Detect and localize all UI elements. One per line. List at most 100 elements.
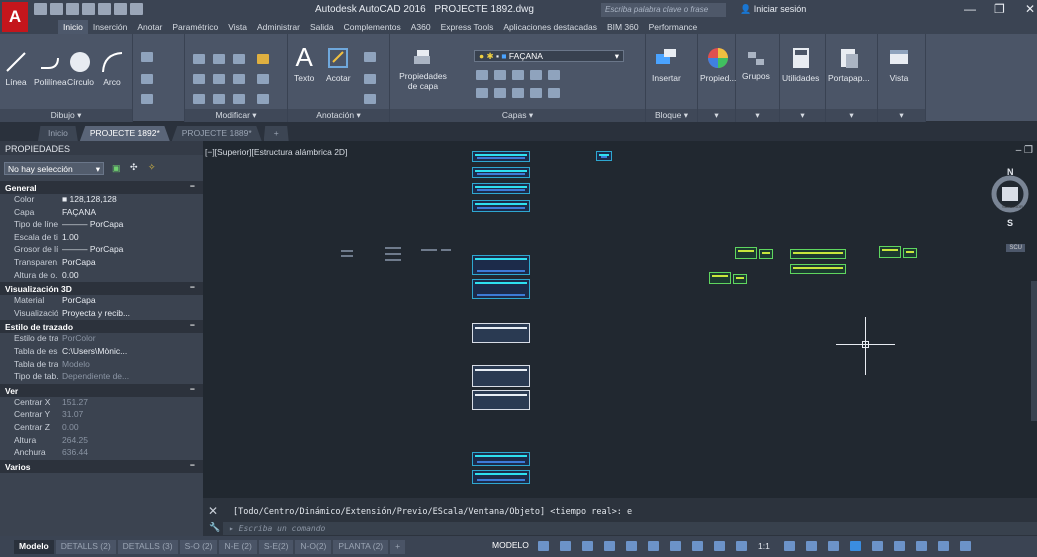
property-section-header[interactable]: Ver − [0, 383, 203, 397]
layout-tab[interactable]: Modelo [14, 539, 54, 554]
annotation-scale[interactable]: 1:1 [758, 541, 770, 551]
otrack-icon[interactable] [670, 541, 681, 551]
clipboard-button[interactable]: Portapap... [828, 46, 870, 83]
viewport-controls-label[interactable]: [−][Superior][Estructura alámbrica 2D] [205, 147, 347, 157]
layer-make-current-icon[interactable] [476, 88, 488, 98]
property-row[interactable]: Visualizació... Proyecta y recib... [0, 308, 203, 321]
grid-icon[interactable] [538, 541, 549, 551]
layout-tab[interactable]: PLANTA (2) [333, 539, 389, 554]
clean-screen-icon[interactable] [938, 541, 949, 551]
pencil-icon[interactable] [257, 54, 269, 64]
viewcube-face[interactable]: SUPERIOR [1002, 204, 1023, 209]
property-row[interactable]: Grosor de lí... ——— PorCapa [0, 244, 203, 257]
polar-icon[interactable] [604, 541, 615, 551]
modify-panel-title[interactable]: Modificar ▾ [185, 109, 287, 122]
open-icon[interactable] [50, 3, 63, 15]
multileader-icon[interactable] [364, 74, 376, 84]
maximize-icon[interactable]: ❐ [994, 2, 1005, 16]
property-row[interactable]: Escala de ti... 1.00 [0, 232, 203, 245]
ribbon-tab[interactable]: Performance [644, 20, 703, 34]
layer-off-icon[interactable] [476, 70, 488, 80]
view-panel-chevron[interactable]: ▾ [878, 109, 925, 122]
ribbon-tab[interactable]: Salida [305, 20, 339, 34]
collapse-icon[interactable]: − [190, 181, 195, 191]
quick-properties-icon[interactable] [850, 541, 861, 551]
save-icon[interactable] [66, 3, 79, 15]
viewcube-south[interactable]: S [1007, 218, 1013, 228]
draw-panel-title[interactable]: Dibujo ▾ [0, 109, 132, 122]
document-tab[interactable]: PROJECTE 1892* [79, 126, 170, 141]
hatch-icon[interactable] [141, 74, 153, 84]
property-row[interactable]: Tipo de línea ——— PorCapa [0, 219, 203, 232]
dimension-button[interactable]: Acotar [326, 46, 351, 83]
layer-isolate-icon[interactable] [494, 70, 506, 80]
text-button[interactable]: A Texto [294, 44, 314, 83]
layout-tab[interactable]: N-O(2) [295, 539, 332, 554]
layout-tab[interactable]: N-E (2) [219, 539, 257, 554]
property-row[interactable]: Capa FAÇANA [0, 207, 203, 220]
ribbon-tab[interactable]: Express Tools [436, 20, 499, 34]
ucs-menu[interactable]: SCU [1006, 244, 1025, 252]
redo-icon[interactable] [130, 3, 143, 15]
layout-tab[interactable]: + [390, 539, 406, 554]
save-as-icon[interactable] [82, 3, 95, 15]
object-snap-icon[interactable] [648, 541, 659, 551]
ribbon-tab[interactable]: Vista [223, 20, 252, 34]
collapse-icon[interactable]: − [190, 460, 195, 470]
explode-icon[interactable] [257, 74, 269, 84]
stretch-icon[interactable] [193, 94, 205, 104]
array-icon[interactable] [233, 94, 245, 104]
property-row[interactable]: Altura 264.25 [0, 435, 203, 448]
lineweight-icon[interactable] [692, 541, 703, 551]
arc-button[interactable]: Arco [100, 50, 124, 87]
document-tab[interactable]: + [263, 126, 289, 141]
layout-tab[interactable]: S-O (2) [179, 539, 218, 554]
property-row[interactable]: Tabla de tra... Modelo [0, 359, 203, 372]
copy-icon[interactable] [193, 74, 205, 84]
ribbon-tab[interactable]: A360 [406, 20, 436, 34]
property-row[interactable]: Estilo de tra... PorColor [0, 333, 203, 346]
layer-match-icon[interactable] [548, 70, 560, 80]
property-row[interactable]: Material PorCapa [0, 295, 203, 308]
ribbon-tab[interactable]: Paramétrico [167, 20, 223, 34]
layout-tab[interactable]: DETALLS (3) [117, 539, 178, 554]
close-icon[interactable]: ✕ [208, 504, 218, 518]
ribbon-tab[interactable]: Inicio [58, 20, 88, 34]
isodraft-icon[interactable] [626, 541, 637, 551]
polyline-button[interactable]: Polilínea [34, 50, 67, 87]
drawing-viewport[interactable]: [−][Superior][Estructura alámbrica 2D] N… [203, 141, 1037, 498]
clipboard-panel-chevron[interactable]: ▾ [826, 109, 877, 122]
collapse-icon[interactable]: − [190, 320, 195, 330]
isolate-objects-icon[interactable] [894, 541, 905, 551]
new-icon[interactable] [34, 3, 47, 15]
trim-icon[interactable] [233, 54, 245, 64]
layer-thaw-icon[interactable] [512, 88, 524, 98]
ribbon-tab[interactable]: Administrar [252, 20, 305, 34]
scale-icon[interactable] [213, 94, 225, 104]
select-objects-icon[interactable]: ✣ [130, 162, 138, 173]
layers-panel-title[interactable]: Capas ▾ [390, 109, 645, 122]
property-row[interactable]: Tabla de es... C:\Users\Mònic... [0, 346, 203, 359]
rectangle-icon[interactable] [141, 52, 153, 62]
gradient-icon[interactable] [141, 94, 153, 104]
property-row[interactable]: Centrar Z 0.00 [0, 422, 203, 435]
layer-unisolate-icon[interactable] [494, 88, 506, 98]
document-tab[interactable]: PROJECTE 1889* [171, 126, 262, 141]
property-section-header[interactable]: General − [0, 181, 203, 194]
property-section-header[interactable]: Visualización 3D − [0, 282, 203, 296]
annotation-monitor-icon[interactable] [806, 541, 817, 551]
undo-icon[interactable] [114, 3, 127, 15]
leader-icon[interactable] [364, 52, 376, 62]
layer-dropdown[interactable]: ● ✱ ▪ ■ FAÇANA ▾ [474, 50, 624, 62]
ribbon-tab[interactable]: BIM 360 [602, 20, 644, 34]
selection-dropdown[interactable]: No hay selección ▾ [4, 162, 104, 175]
snap-icon[interactable] [560, 541, 571, 551]
property-row[interactable]: Altura de o... 0.00 [0, 270, 203, 283]
collapse-icon[interactable]: − [190, 384, 195, 394]
annotation-visibility-icon[interactable] [714, 541, 725, 551]
navigation-bar[interactable] [1031, 281, 1037, 421]
property-row[interactable]: Transparen... PorCapa [0, 257, 203, 270]
utilities-button[interactable]: Utilidades [782, 46, 819, 83]
workspace-gear-icon[interactable] [784, 541, 795, 551]
viewport-restore-icon[interactable]: – ❐ [1016, 145, 1033, 156]
